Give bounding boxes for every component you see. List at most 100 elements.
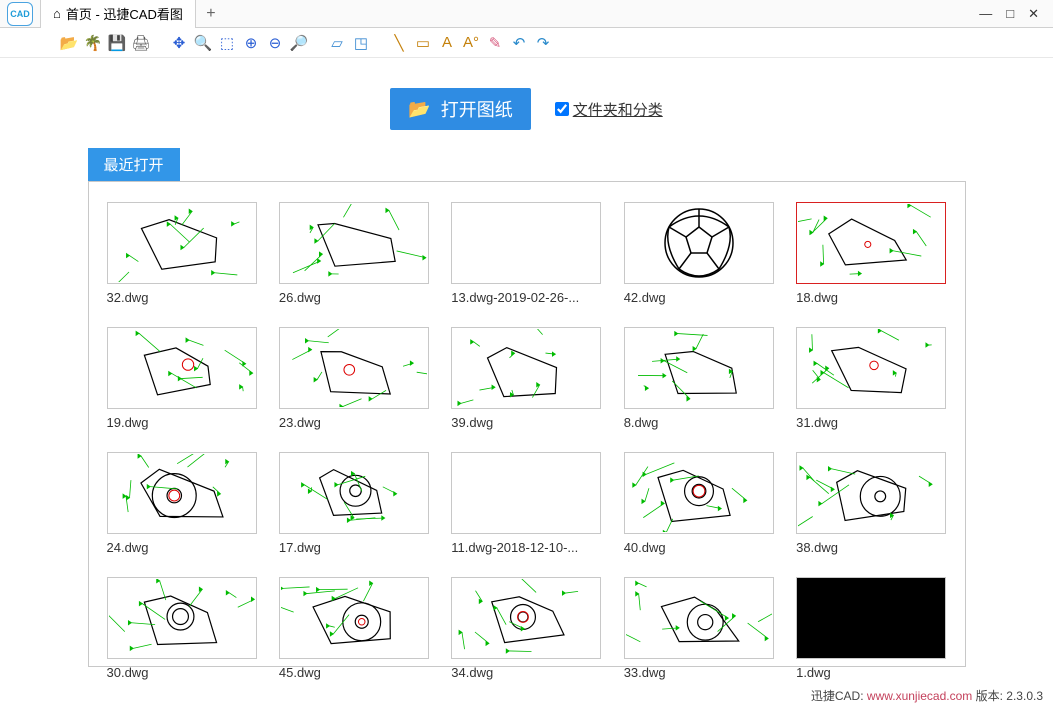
folder-checkbox[interactable] xyxy=(555,102,569,116)
file-thumbnail[interactable]: 8.dwg xyxy=(624,327,774,430)
redo-icon[interactable]: ↷ xyxy=(532,32,554,54)
zoom-window-icon[interactable]: ⬚ xyxy=(216,32,238,54)
thumbnail-label: 8.dwg xyxy=(624,415,774,430)
status-product: 迅捷CAD: xyxy=(811,689,867,703)
thumbnail-image xyxy=(451,577,601,659)
thumbnail-label: 39.dwg xyxy=(451,415,601,430)
thumbnail-label: 33.dwg xyxy=(624,665,774,680)
print-icon[interactable]: 🖨 xyxy=(130,32,152,54)
open-row: 📂 打开图纸 文件夹和分类 xyxy=(390,88,662,130)
thumbnail-label: 30.dwg xyxy=(107,665,257,680)
logo-icon: CAD xyxy=(7,2,33,26)
file-thumbnail[interactable]: 42.dwg xyxy=(624,202,774,305)
window-controls: — □ ✕ xyxy=(965,6,1053,22)
folder-checkbox-label[interactable]: 文件夹和分类 xyxy=(573,99,663,120)
file-thumbnail[interactable]: 24.dwg xyxy=(107,452,257,555)
home-icon: ⌂ xyxy=(53,6,61,21)
status-url-link[interactable]: www.xunjiecad.com xyxy=(867,689,972,703)
text-icon[interactable]: A xyxy=(436,32,458,54)
thumbnail-image xyxy=(796,327,946,409)
thumbnail-image xyxy=(624,577,774,659)
thumbnail-image xyxy=(624,452,774,534)
thumbnail-label: 18.dwg xyxy=(796,290,946,305)
titlebar: CAD ⌂ 首页 - 迅捷CAD看图 + — □ ✕ xyxy=(0,0,1053,28)
recent-tab: 最近打开 xyxy=(88,148,180,181)
thumbnail-image xyxy=(107,452,257,534)
file-thumbnail[interactable]: 17.dwg xyxy=(279,452,429,555)
thumbnail-label: 17.dwg xyxy=(279,540,429,555)
rect-icon[interactable]: ▭ xyxy=(412,32,434,54)
thumbnails-grid: 32.dwg 26.dwg 13.dwg-2019-02-26-... 42.dwg 1… xyxy=(107,202,947,680)
view-iso1-icon[interactable]: ▱ xyxy=(326,32,348,54)
zoom-in-icon[interactable]: ⊕ xyxy=(240,32,262,54)
file-thumbnail[interactable]: 33.dwg xyxy=(624,577,774,680)
open-file-icon[interactable]: 📂 xyxy=(58,32,80,54)
erase-icon[interactable]: ✎ xyxy=(484,32,506,54)
thumbnail-label: 23.dwg xyxy=(279,415,429,430)
status-version-label: 版本: xyxy=(972,689,1006,703)
file-thumbnail[interactable]: 30.dwg xyxy=(107,577,257,680)
line-icon[interactable]: ╲ xyxy=(388,32,410,54)
thumbnail-label: 45.dwg xyxy=(279,665,429,680)
thumbnail-label: 31.dwg xyxy=(796,415,946,430)
view-iso2-icon[interactable]: ◳ xyxy=(350,32,372,54)
tree-icon[interactable]: 🌴 xyxy=(82,32,104,54)
thumbnail-label: 26.dwg xyxy=(279,290,429,305)
thumbnail-image xyxy=(107,327,257,409)
toolbar: 📂 🌴 💾 🖨 ✥ 🔍 ⬚ ⊕ ⊖ 🔎 ▱ ◳ ╲ ▭ A A° ✎ ↶ ↷ xyxy=(0,28,1053,58)
file-thumbnail[interactable]: 31.dwg xyxy=(796,327,946,430)
thumbnail-image xyxy=(107,577,257,659)
file-thumbnail[interactable]: 40.dwg xyxy=(624,452,774,555)
main-area: 📂 打开图纸 文件夹和分类 最近打开 32.dwg 26.dwg 13.dwg-20… xyxy=(0,58,1053,667)
thumbnail-label: 34.dwg xyxy=(451,665,601,680)
thumbnail-label: 1.dwg xyxy=(796,665,946,680)
file-thumbnail[interactable]: 18.dwg xyxy=(796,202,946,305)
thumbnail-image xyxy=(451,452,601,534)
zoom-extents-icon[interactable]: 🔍 xyxy=(192,32,214,54)
file-thumbnail[interactable]: 26.dwg xyxy=(279,202,429,305)
open-drawing-button[interactable]: 📂 打开图纸 xyxy=(390,88,530,130)
file-thumbnail[interactable]: 11.dwg-2018-12-10-... xyxy=(451,452,601,555)
minimize-button[interactable]: — xyxy=(979,6,992,22)
folder-category-check[interactable]: 文件夹和分类 xyxy=(555,99,663,120)
file-thumbnail[interactable]: 39.dwg xyxy=(451,327,601,430)
thumbnail-label: 42.dwg xyxy=(624,290,774,305)
thumbnail-image xyxy=(796,577,946,659)
file-thumbnail[interactable]: 38.dwg xyxy=(796,452,946,555)
thumbnail-image xyxy=(796,202,946,284)
file-thumbnail[interactable]: 13.dwg-2019-02-26-... xyxy=(451,202,601,305)
dim-icon[interactable]: A° xyxy=(460,32,482,54)
thumbnail-label: 32.dwg xyxy=(107,290,257,305)
statusbar: 迅捷CAD: www.xunjiecad.com 版本: 2.3.0.3 xyxy=(811,687,1043,704)
maximize-button[interactable]: □ xyxy=(1006,6,1014,22)
file-thumbnail[interactable]: 45.dwg xyxy=(279,577,429,680)
zoom-out-icon[interactable]: ⊖ xyxy=(264,32,286,54)
save-icon[interactable]: 💾 xyxy=(106,32,128,54)
file-thumbnail[interactable]: 1.dwg xyxy=(796,577,946,680)
thumbnail-label: 13.dwg-2019-02-26-... xyxy=(451,290,601,305)
thumbnail-label: 38.dwg xyxy=(796,540,946,555)
thumbnail-label: 24.dwg xyxy=(107,540,257,555)
file-thumbnail[interactable]: 32.dwg xyxy=(107,202,257,305)
close-button[interactable]: ✕ xyxy=(1028,6,1039,22)
zoom-all-icon[interactable]: 🔎 xyxy=(288,32,310,54)
app-logo: CAD xyxy=(0,0,40,28)
recent-panel: 最近打开 32.dwg 26.dwg 13.dwg-2019-02-26-... 42… xyxy=(88,148,966,667)
thumbnail-image xyxy=(279,452,429,534)
tab-home[interactable]: ⌂ 首页 - 迅捷CAD看图 xyxy=(40,0,196,28)
thumbnail-image xyxy=(451,327,601,409)
status-version: 2.3.0.3 xyxy=(1006,689,1043,703)
pan-icon[interactable]: ✥ xyxy=(168,32,190,54)
thumbnail-image xyxy=(107,202,257,284)
thumbnail-image xyxy=(451,202,601,284)
thumbnail-image xyxy=(796,452,946,534)
new-tab-button[interactable]: + xyxy=(196,5,226,23)
thumbnail-label: 11.dwg-2018-12-10-... xyxy=(451,540,601,555)
file-thumbnail[interactable]: 23.dwg xyxy=(279,327,429,430)
thumbnail-label: 40.dwg xyxy=(624,540,774,555)
file-thumbnail[interactable]: 34.dwg xyxy=(451,577,601,680)
undo-icon[interactable]: ↶ xyxy=(508,32,530,54)
thumbnail-image xyxy=(279,577,429,659)
thumbnail-image xyxy=(279,202,429,284)
file-thumbnail[interactable]: 19.dwg xyxy=(107,327,257,430)
